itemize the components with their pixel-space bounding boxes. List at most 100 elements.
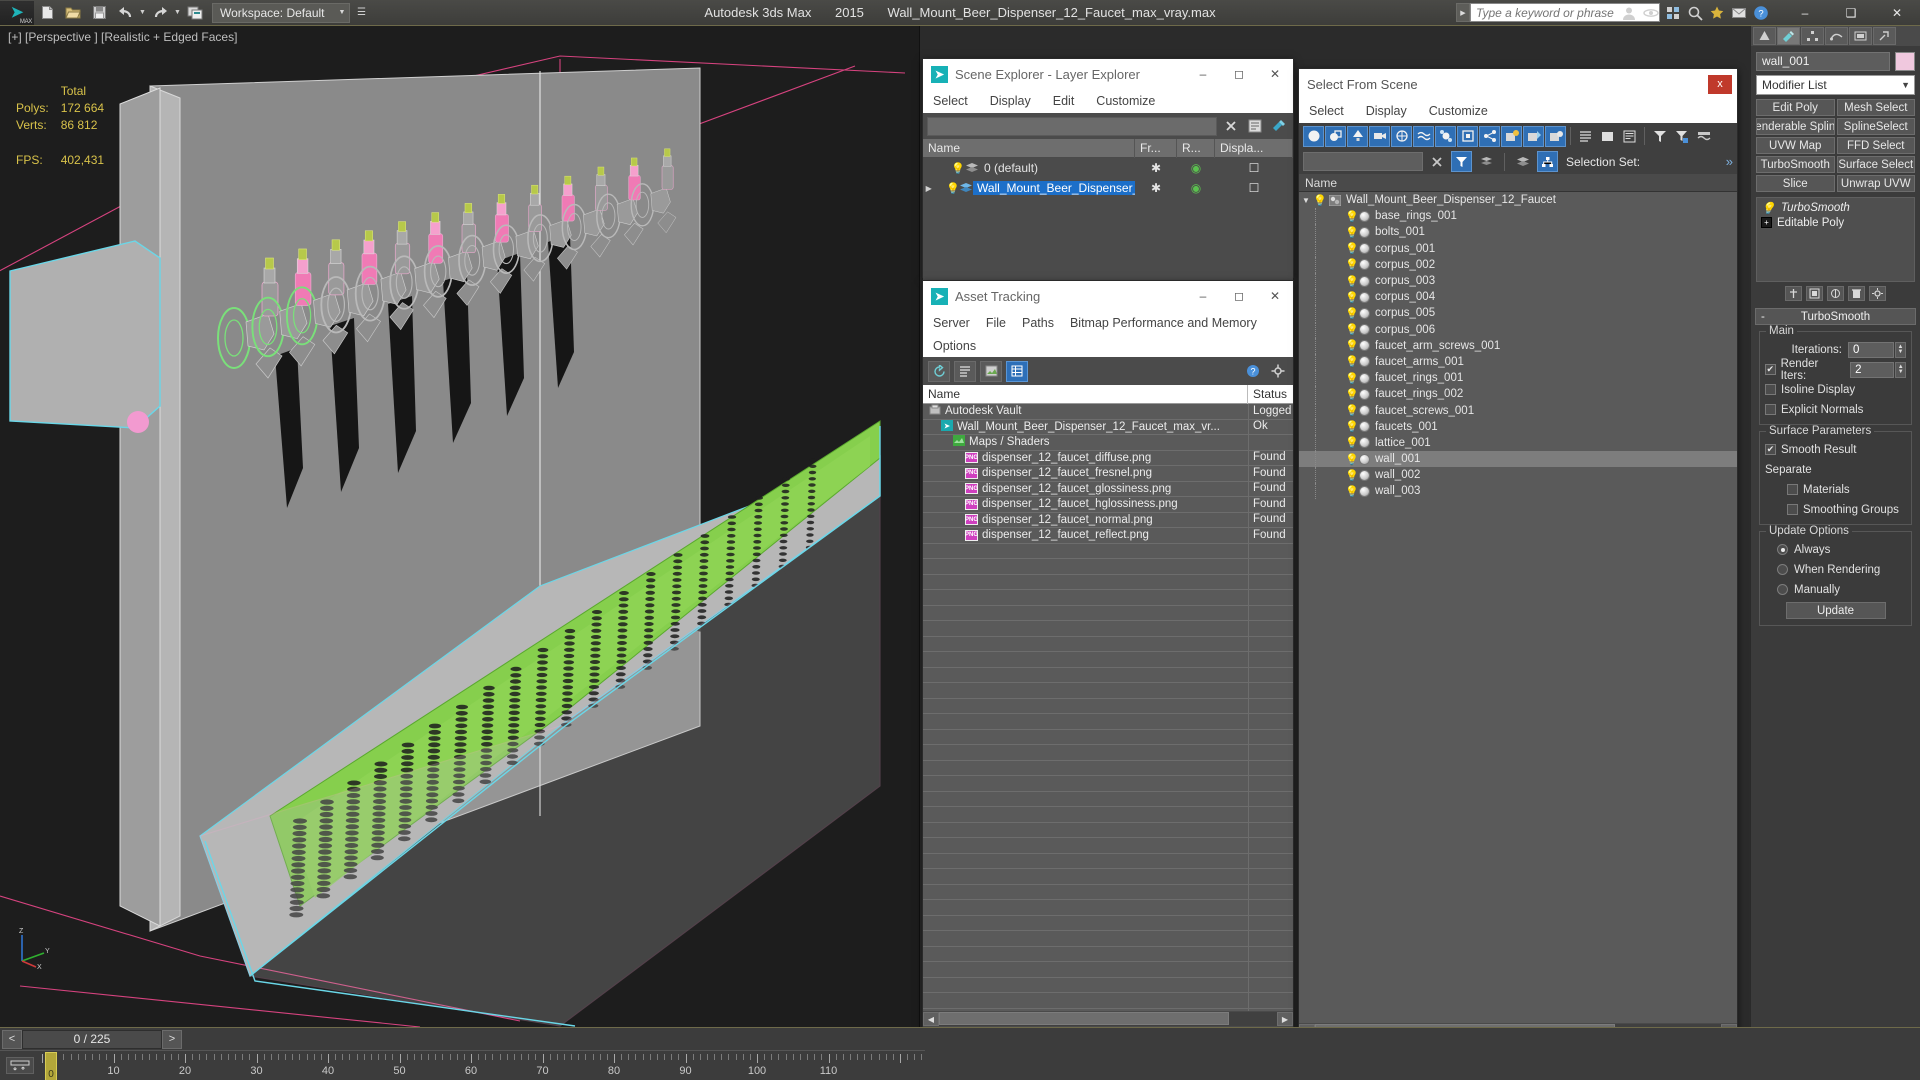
filter-selected-icon[interactable]: [1501, 125, 1522, 147]
scroll-left-icon[interactable]: ◀: [923, 1012, 939, 1026]
sfs-hierarchy-icon[interactable]: [1537, 151, 1558, 172]
materials-checkbox[interactable]: [1787, 484, 1798, 495]
modifier-button-grid[interactable]: Edit Poly Mesh Select enderable Splin Splin…: [1751, 95, 1920, 192]
filter-clear-icon[interactable]: [1671, 126, 1692, 147]
redo-button[interactable]: [147, 1, 173, 25]
smooth-result-checkbox[interactable]: ✔: [1765, 444, 1776, 455]
sfs-object-row[interactable]: 💡 faucet_rings_001: [1299, 370, 1737, 387]
scene-explorer-list[interactable]: 💡 0 (default) ✱ ◉ ☐ ▶ 💡 Wall_Mount_Beer_…: [923, 158, 1293, 289]
light-bulb-icon[interactable]: 💡: [1345, 469, 1359, 482]
sfs-object-row[interactable]: 💡 wall_003: [1299, 483, 1737, 500]
open-file-button[interactable]: [60, 1, 86, 25]
timeline-playhead[interactable]: 0: [45, 1052, 57, 1080]
update-option-when-rendering[interactable]: When Rendering: [1765, 561, 1906, 578]
light-bulb-icon[interactable]: 💡: [1345, 226, 1359, 239]
scene-explorer-close[interactable]: ✕: [1257, 59, 1293, 89]
display-cell[interactable]: ☐: [1215, 181, 1293, 195]
sfs-menu-customize[interactable]: Customize: [1429, 104, 1488, 118]
tab-display[interactable]: [1849, 27, 1872, 45]
light-bulb-icon[interactable]: 💡: [1345, 339, 1359, 352]
update-option-manually[interactable]: Manually: [1765, 581, 1906, 598]
render-iters-checkbox[interactable]: ✔: [1765, 364, 1776, 375]
at-menu-bitmap[interactable]: Bitmap Performance and Memory: [1070, 316, 1257, 330]
sfs-root-row[interactable]: ▼ 💡 Wall_Mount_Beer_Dispenser_12_Faucet: [1299, 192, 1737, 208]
object-color-swatch[interactable]: [1895, 51, 1915, 71]
col-display[interactable]: Displa...: [1215, 138, 1293, 158]
sfs-find-input[interactable]: [1303, 152, 1423, 171]
next-frame-button[interactable]: >: [162, 1029, 182, 1049]
display-influences-icon[interactable]: [1619, 126, 1640, 147]
remove-modifier-icon[interactable]: [1848, 285, 1865, 301]
exchange-app-icon[interactable]: [1662, 2, 1684, 24]
tab-motion[interactable]: [1825, 27, 1848, 45]
sfs-object-row[interactable]: 💡 wall_002: [1299, 467, 1737, 484]
light-bulb-icon[interactable]: 💡: [1345, 485, 1359, 498]
asset-tracking-hscrollbar[interactable]: ◀ ▶: [923, 1011, 1293, 1027]
scene-explorer-tools-icon[interactable]: [1269, 116, 1289, 136]
asset-tracking-titlebar[interactable]: ➤ Asset Tracking – ◻ ✕: [923, 281, 1293, 311]
object-name-field[interactable]: wall_001: [1756, 51, 1890, 71]
scroll-right-icon[interactable]: ▶: [1277, 1012, 1293, 1026]
collapse-arrow-icon[interactable]: ▼: [1299, 196, 1313, 205]
asset-tracking-close[interactable]: ✕: [1257, 281, 1293, 311]
sfs-object-row[interactable]: 💡 wall_001: [1299, 451, 1737, 468]
light-bulb-icon[interactable]: 💡: [1345, 242, 1359, 255]
tab-hierarchy[interactable]: [1801, 27, 1824, 45]
help-icon[interactable]: ?: [1750, 2, 1772, 24]
sign-in-icon[interactable]: [1618, 2, 1640, 24]
radio-always[interactable]: [1777, 544, 1788, 555]
sfs-menu-select[interactable]: Select: [1309, 104, 1344, 118]
isoline-display-checkbox[interactable]: [1765, 384, 1776, 395]
refresh-assets-button[interactable]: [928, 360, 950, 382]
save-file-button[interactable]: [86, 1, 112, 25]
communication-center-icon[interactable]: [1728, 2, 1750, 24]
light-bulb-icon[interactable]: 💡: [1345, 404, 1359, 417]
modifier-button-enderable-splin[interactable]: enderable Splin: [1756, 118, 1835, 135]
at-menu-server[interactable]: Server: [933, 316, 970, 330]
iterations-spinner[interactable]: ▲ ▼: [1895, 341, 1906, 358]
hscroll-track[interactable]: [939, 1012, 1277, 1026]
asset-row[interactable]: Autodesk Vault Logged: [923, 404, 1293, 420]
asset-row[interactable]: PNG dispenser_12_faucet_reflect.png Found: [923, 527, 1293, 544]
light-bulb-icon[interactable]: 💡: [1345, 275, 1359, 288]
stack-item-editable-poly[interactable]: + Editable Poly: [1759, 215, 1912, 230]
asset-help-icon[interactable]: ?: [1243, 361, 1263, 381]
undo-button[interactable]: [112, 1, 138, 25]
filter-settings-icon[interactable]: [1693, 126, 1714, 147]
favorites-star-icon[interactable]: [1706, 2, 1728, 24]
filter-bones-icon[interactable]: [1479, 125, 1500, 147]
filter-shapes-icon[interactable]: [1325, 125, 1346, 147]
tab-modify[interactable]: [1777, 27, 1800, 45]
light-bulb-icon[interactable]: 💡: [1345, 372, 1359, 385]
make-unique-icon[interactable]: [1827, 285, 1844, 301]
asset-row[interactable]: PNG dispenser_12_faucet_fresnel.png Found: [923, 465, 1293, 482]
trackbar-key-filter-icon[interactable]: [6, 1057, 34, 1074]
sfs-menu-display[interactable]: Display: [1366, 104, 1407, 118]
close-button[interactable]: ✕: [1874, 0, 1920, 26]
light-bulb-icon[interactable]: 💡: [946, 182, 960, 195]
modifier-button-uvw-map[interactable]: UVW Map: [1756, 137, 1835, 154]
sfs-object-row[interactable]: 💡 lattice_001: [1299, 434, 1737, 451]
sfs-overflow-icon[interactable]: »: [1726, 154, 1733, 169]
radio-when-rendering[interactable]: [1777, 564, 1788, 575]
filter-xrefs-icon[interactable]: [1457, 125, 1478, 147]
sfs-object-row[interactable]: 💡 corpus_003: [1299, 273, 1737, 290]
light-bulb-icon[interactable]: 💡: [1345, 420, 1359, 433]
update-button[interactable]: Update: [1785, 602, 1886, 619]
asset-tracking-list[interactable]: Autodesk Vault Logged ➤ Wall_Mount_Beer_Dis…: [923, 404, 1293, 1011]
sfs-object-row[interactable]: 💡 base_rings_001: [1299, 208, 1737, 225]
asset-row[interactable]: PNG dispenser_12_faucet_hglossiness.png Fo…: [923, 496, 1293, 513]
layer-row-wallmount[interactable]: ▶ 💡 Wall_Mount_Beer_Dispenser_12_Fau... …: [923, 178, 1293, 198]
at-col-status[interactable]: Status: [1248, 385, 1293, 404]
light-bulb-icon[interactable]: 💡: [1345, 258, 1359, 271]
asset-row[interactable]: ➤ Wall_Mount_Beer_Dispenser_12_Faucet_max…: [923, 419, 1293, 435]
light-bulb-icon[interactable]: 💡: [1345, 436, 1359, 449]
layer-row-default[interactable]: 💡 0 (default) ✱ ◉ ☐: [923, 158, 1293, 178]
sfs-object-row[interactable]: 💡 corpus_005: [1299, 305, 1737, 322]
project-folder-button[interactable]: [182, 1, 208, 25]
sfs-object-row[interactable]: 💡 bolts_001: [1299, 224, 1737, 241]
current-frame-display[interactable]: 0 / 225: [22, 1029, 162, 1049]
expand-plus-icon[interactable]: +: [1761, 217, 1772, 228]
render-iters-input[interactable]: 2: [1850, 361, 1895, 378]
frozen-cell[interactable]: ✱: [1135, 181, 1177, 195]
